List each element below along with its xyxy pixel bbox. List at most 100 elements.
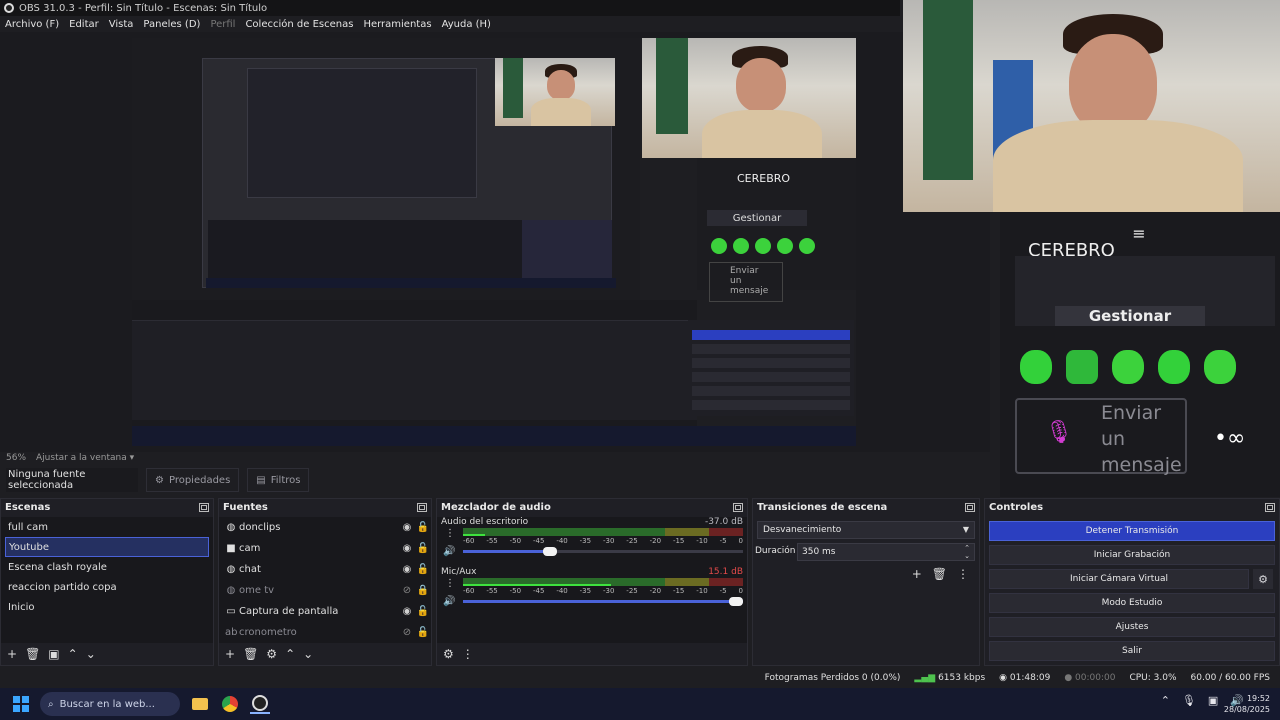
source-item-ome-tv[interactable]: ◍ ome tv ⊘ 🔒 (219, 580, 431, 601)
filter-icon[interactable]: ▣ (48, 647, 59, 661)
menu-archivo[interactable]: Archivo (F) (5, 19, 59, 30)
nested-controls (522, 220, 612, 280)
emote-icon (1204, 350, 1236, 384)
canvas-webcam (642, 38, 856, 158)
scene-item-clash-royale[interactable]: Escena clash royale (1, 557, 213, 577)
volume-slider[interactable] (463, 597, 743, 606)
popout-icon[interactable] (1265, 502, 1275, 512)
unlock-icon[interactable]: 🔓 (415, 564, 431, 575)
popout-icon[interactable] (417, 502, 427, 512)
window-title: OBS 31.0.3 - Perfil: Sin Título - Escena… (19, 2, 268, 14)
menu-ayuda[interactable]: Ayuda (H) (442, 19, 491, 30)
virtual-camera-settings-icon[interactable]: ⚙ (1253, 569, 1273, 589)
eye-hidden-icon[interactable]: ⊘ (399, 627, 415, 638)
chevron-down-icon[interactable]: ⌄ (303, 647, 313, 661)
popout-icon[interactable] (199, 502, 209, 512)
canvas-chat-emotes (711, 238, 831, 256)
gear-icon[interactable]: ⚙ (443, 647, 454, 661)
source-toolbar-bottom: + 🗑 ⚙ ⌃ ⌄ (219, 643, 431, 665)
chevron-up-icon[interactable]: ⌃ (68, 647, 78, 661)
obs-taskbar-icon[interactable] (250, 694, 270, 714)
exit-button[interactable]: Salir (989, 641, 1275, 661)
unlock-icon[interactable]: 🔓 (415, 606, 431, 617)
speaker-icon[interactable]: 🔊 (443, 596, 455, 607)
transition-select[interactable]: Desvanecimiento ▼ (757, 521, 975, 539)
network-icon[interactable]: ▣ (1208, 694, 1218, 707)
file-explorer-icon[interactable] (190, 694, 210, 714)
scene-item-full-cam[interactable]: full cam (1, 517, 213, 537)
start-virtual-camera-button[interactable]: Iniciar Cámara Virtual (989, 569, 1249, 589)
trash-icon[interactable]: 🗑 (25, 647, 40, 661)
add-icon[interactable]: + (912, 567, 922, 581)
nested-taskbar (206, 278, 616, 288)
speaker-icon[interactable]: 🔊 (443, 546, 455, 557)
popout-icon[interactable] (733, 502, 743, 512)
properties-button[interactable]: ⚙ Propiedades (146, 468, 240, 492)
unlock-icon[interactable]: 🔓 (415, 543, 431, 554)
scene-item-inicio[interactable]: Inicio (1, 597, 213, 617)
source-item-captura[interactable]: ▭ Captura de pantalla ◉ 🔓 (219, 601, 431, 622)
meter-level (463, 584, 612, 586)
source-item-chat[interactable]: ◍ chat ◉ 🔓 (219, 559, 431, 580)
chevron-up-icon[interactable]: ⌃ (1161, 694, 1170, 707)
popout-icon[interactable] (965, 502, 975, 512)
duration-input[interactable]: 350 ms ⌃ ⌄ (797, 543, 975, 561)
stop-stream-button[interactable]: Detener Transmisión (989, 521, 1275, 541)
unlock-icon[interactable]: 🔓 (415, 627, 431, 638)
gear-icon: ⚙ (155, 474, 164, 486)
spin-arrows-icon[interactable]: ⌃ ⌄ (964, 544, 970, 560)
volume-slider[interactable] (463, 547, 743, 556)
eye-icon[interactable]: ◉ (399, 522, 415, 533)
preview-canvas[interactable]: CEREBRO Gestionar Enviar un mensaje (132, 38, 856, 446)
source-item-donclips[interactable]: ◍ donclips ◉ 🔓 (219, 517, 431, 538)
mixer-channel-mic: Mic/Aux 15.1 dB ⋮ -60 -55 -50 -45 -40 -35 -30-… (441, 567, 743, 611)
menu-herramientas[interactable]: Herramientas (363, 19, 431, 30)
menu-editar[interactable]: Editar (69, 19, 99, 30)
source-item-cam[interactable]: ■ cam ◉ 🔓 (219, 538, 431, 559)
unlock-icon[interactable]: 🔓 (415, 522, 431, 533)
menu-vista[interactable]: Vista (109, 19, 134, 30)
channel-name: Audio del escritorio (441, 517, 529, 527)
eye-icon[interactable]: ◉ (399, 543, 415, 554)
gear-icon[interactable]: ⚙ (266, 647, 277, 661)
clock[interactable]: 19:52 28/08/2025 (1224, 693, 1270, 715)
infinity-icon: •∞ (1214, 426, 1246, 451)
kebab-menu-icon[interactable]: ⋮ (445, 578, 455, 589)
meter-scale: -60 -55 -50 -45 -40 -35 -30 -25 -20 -15 -10 -5 0 (463, 537, 743, 545)
trash-icon[interactable]: 🗑 (243, 647, 258, 661)
scene-item-reaccion-partido[interactable]: reaccion partido copa (1, 577, 213, 597)
eye-hidden-icon[interactable]: ⊘ (399, 585, 415, 596)
chrome-icon[interactable] (220, 694, 240, 714)
lock-icon[interactable]: 🔒 (415, 585, 431, 596)
chevron-down-icon[interactable]: ⌄ (86, 647, 96, 661)
studio-mode-button[interactable]: Modo Estudio (989, 593, 1275, 613)
fit-window-toggle[interactable]: Ajustar a la ventana ▾ (36, 453, 134, 463)
kebab-menu-icon[interactable]: ⋮ (445, 528, 455, 539)
source-item-cronometro[interactable]: ab cronometro ⊘ 🔓 (219, 622, 431, 643)
drag-handle-icon: ≡ (1132, 224, 1146, 243)
mixer-toolbar: ⚙ ⋮ (437, 643, 747, 665)
menu-coleccion-escenas[interactable]: Colección de Escenas (245, 19, 353, 30)
canvas-controls-mini (688, 320, 854, 416)
add-icon[interactable]: + (225, 647, 235, 661)
kebab-menu-icon[interactable]: ⋮ (462, 647, 474, 661)
windows-start-icon[interactable] (13, 696, 29, 712)
chat-panel: Gestionar (1015, 256, 1275, 326)
zoom-bar: 56% Ajustar a la ventana ▾ (0, 452, 990, 464)
eye-icon[interactable]: ◉ (399, 564, 415, 575)
add-icon[interactable]: + (7, 647, 17, 661)
scene-toolbar: + 🗑 ▣ ⌃ ⌄ (1, 643, 213, 665)
microphone-icon[interactable]: 🎙 (1182, 694, 1196, 707)
eye-icon[interactable]: ◉ (399, 606, 415, 617)
start-recording-button[interactable]: Iniciar Grabación (989, 545, 1275, 565)
kebab-menu-icon[interactable]: ⋮ (957, 567, 969, 581)
settings-button[interactable]: Ajustes (989, 617, 1275, 637)
menu-paneles[interactable]: Paneles (D) (143, 19, 200, 30)
sources-dock: Fuentes ◍ donclips ◉ 🔓 ■ cam ◉ 🔓 ◍ chat ◉ 🔓 ◍ ome … (218, 498, 432, 666)
duration-label: Duración (755, 546, 796, 556)
trash-icon[interactable]: 🗑 (932, 567, 947, 581)
filters-button[interactable]: ▤ Filtros (247, 468, 310, 492)
taskbar-search[interactable]: ⌕ Buscar en la web... (40, 692, 180, 716)
scene-item-youtube[interactable]: Youtube (5, 537, 209, 557)
chevron-up-icon[interactable]: ⌃ (285, 647, 295, 661)
